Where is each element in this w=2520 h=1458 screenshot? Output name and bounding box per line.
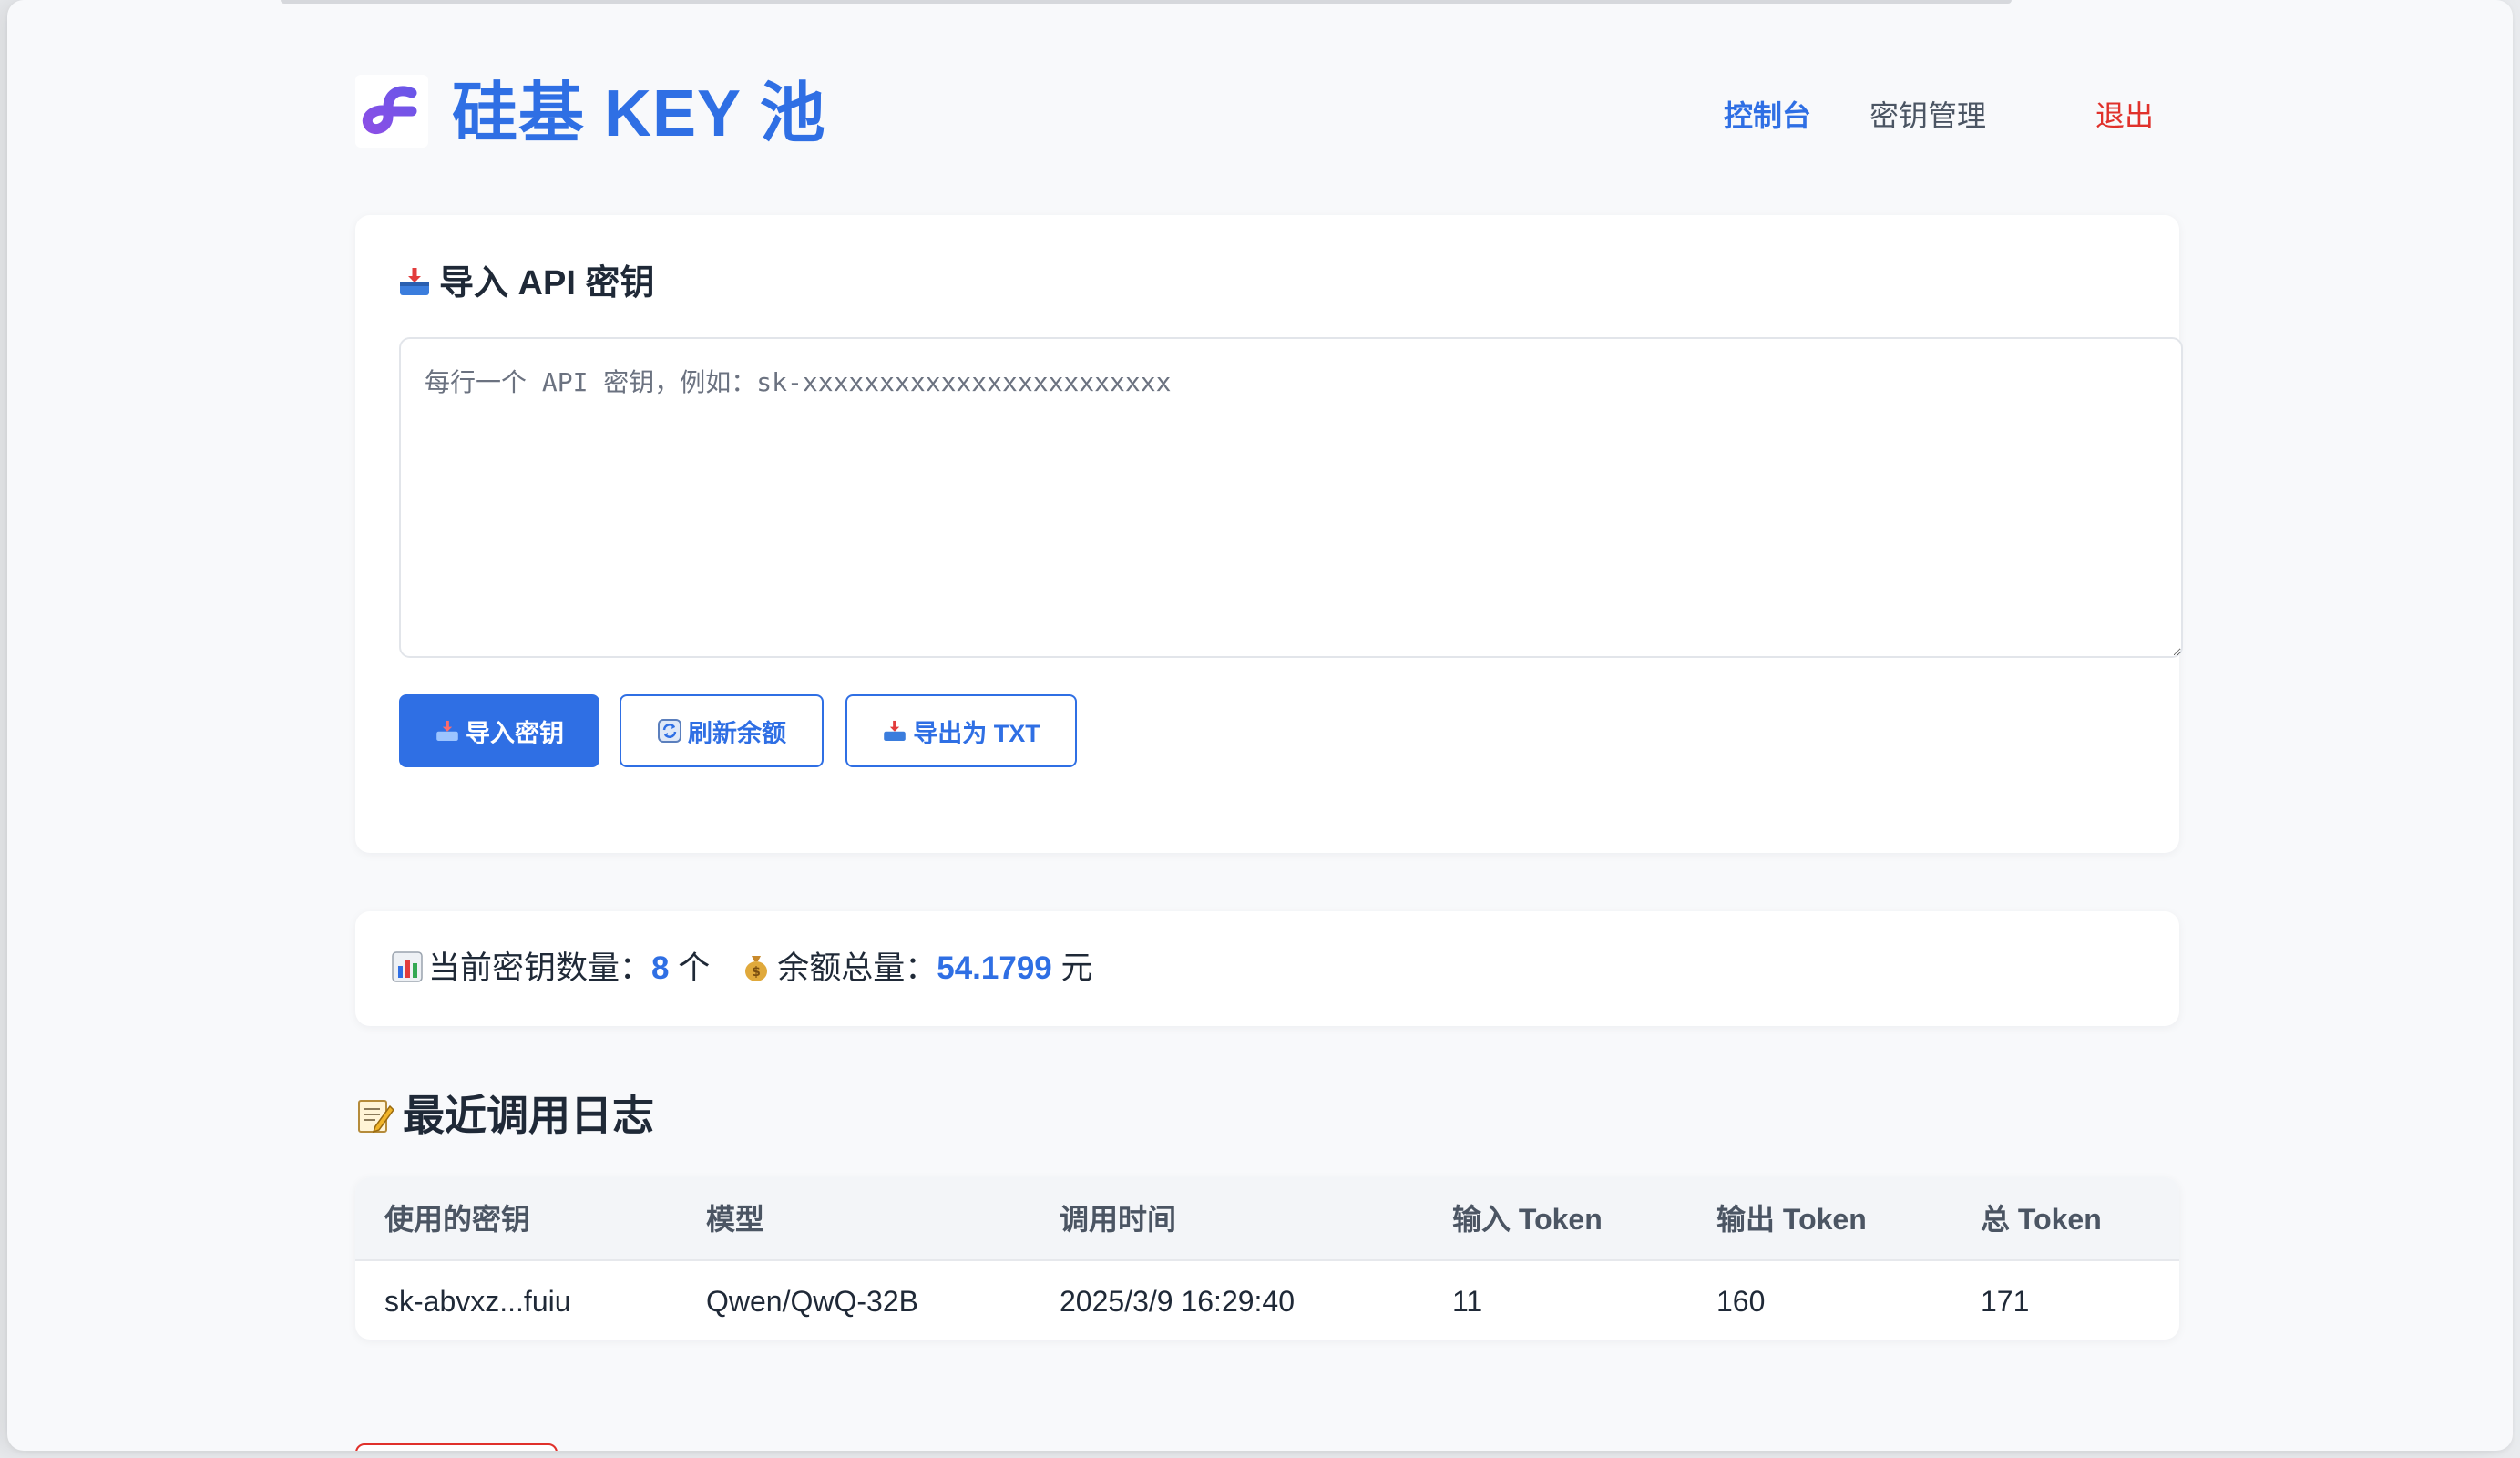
stats-line: 当前密钥数量：8 个 $ 余额总量：54.1799 元 <box>392 946 1093 991</box>
inbox-tray-icon <box>400 268 429 295</box>
log-table: 使用的密钥 模型 调用时间 输入 Token 输出 Token 总 Token … <box>355 1177 2179 1340</box>
nav-key-management-link[interactable]: 密钥管理 <box>1870 93 1986 139</box>
key-count-value: 8 <box>651 950 670 986</box>
browser-window: 硅基 KEY 池 控制台 密钥管理 退出 导入 API 密钥 每行一个 API … <box>7 0 2513 1451</box>
export-txt-button[interactable]: 导出为 TXT <box>845 694 1077 767</box>
column-header[interactable]: 总 Token <box>1981 1201 2102 1237</box>
log-key-cell: sk-abvxz...fuiu <box>384 1285 571 1318</box>
log-model-cell: Qwen/QwQ-32B <box>706 1285 918 1318</box>
log-input-tokens-cell: 11 <box>1452 1285 1483 1318</box>
log-table-header: 使用的密钥 模型 调用时间 输入 Token 输出 Token 总 Token <box>355 1177 2179 1261</box>
column-header[interactable]: 使用的密钥 <box>384 1201 530 1237</box>
log-time-cell: 2025/3/9 16:29:40 <box>1060 1285 1296 1318</box>
import-title: 导入 API 密钥 <box>397 261 654 306</box>
balance-total-value: 54.1799 <box>937 950 1052 986</box>
balance-label: 余额总量： <box>777 950 937 986</box>
api-key-textarea[interactable] <box>399 337 2183 658</box>
balance-unit: 元 <box>1051 950 1093 986</box>
export-txt-label: 导出为 TXT <box>913 719 1040 747</box>
import-title-text: 导入 API 密钥 <box>439 264 655 303</box>
logs-title-text: 最近调用日志 <box>403 1092 654 1139</box>
column-header[interactable]: 模型 <box>706 1201 764 1237</box>
offscreen-danger-button[interactable] <box>355 1443 558 1451</box>
logo[interactable] <box>355 75 428 148</box>
inbox-tray-icon <box>884 720 907 742</box>
siliconflow-logo-icon <box>362 86 417 134</box>
refresh-icon <box>658 719 681 743</box>
import-keys-label: 导入密钥 <box>466 719 564 747</box>
refresh-balance-button[interactable]: 刷新余额 <box>620 694 824 767</box>
memo-icon <box>358 1100 394 1134</box>
table-row: sk-abvxz...fuiu Qwen/QwQ-32B 2025/3/9 16… <box>355 1261 2179 1340</box>
log-total-tokens-cell: 171 <box>1981 1285 2030 1318</box>
inbox-tray-icon <box>436 720 458 742</box>
refresh-balance-label: 刷新余额 <box>688 719 786 747</box>
brand-title: 硅基 KEY 池 <box>452 77 826 150</box>
key-count-unit: 个 <box>669 950 711 986</box>
import-keys-button[interactable]: 导入密钥 <box>399 694 599 767</box>
logs-title: 最近调用日志 <box>355 1088 654 1143</box>
nav-console-link[interactable]: 控制台 <box>1724 93 1811 139</box>
header: 硅基 KEY 池 控制台 密钥管理 退出 <box>348 67 2179 159</box>
column-header[interactable]: 输入 Token <box>1452 1201 1603 1237</box>
log-output-tokens-cell: 160 <box>1716 1285 1766 1318</box>
bar-chart-icon <box>392 951 423 982</box>
browser-toolbar-edge <box>281 0 2012 4</box>
svg-text:$: $ <box>752 965 761 980</box>
column-header[interactable]: 输出 Token <box>1716 1201 1867 1237</box>
column-header[interactable]: 调用时间 <box>1060 1201 1176 1237</box>
nav-logout-link[interactable]: 退出 <box>2095 93 2154 139</box>
import-card: 导入 API 密钥 导入密钥 刷新余额 <box>355 215 2183 853</box>
money-bag-icon: $ <box>745 956 768 981</box>
key-count-label: 当前密钥数量： <box>428 950 652 986</box>
stats-card: 当前密钥数量：8 个 $ 余额总量：54.1799 元 <box>355 911 2179 1026</box>
top-nav: 控制台 密钥管理 退出 <box>1706 93 2179 139</box>
